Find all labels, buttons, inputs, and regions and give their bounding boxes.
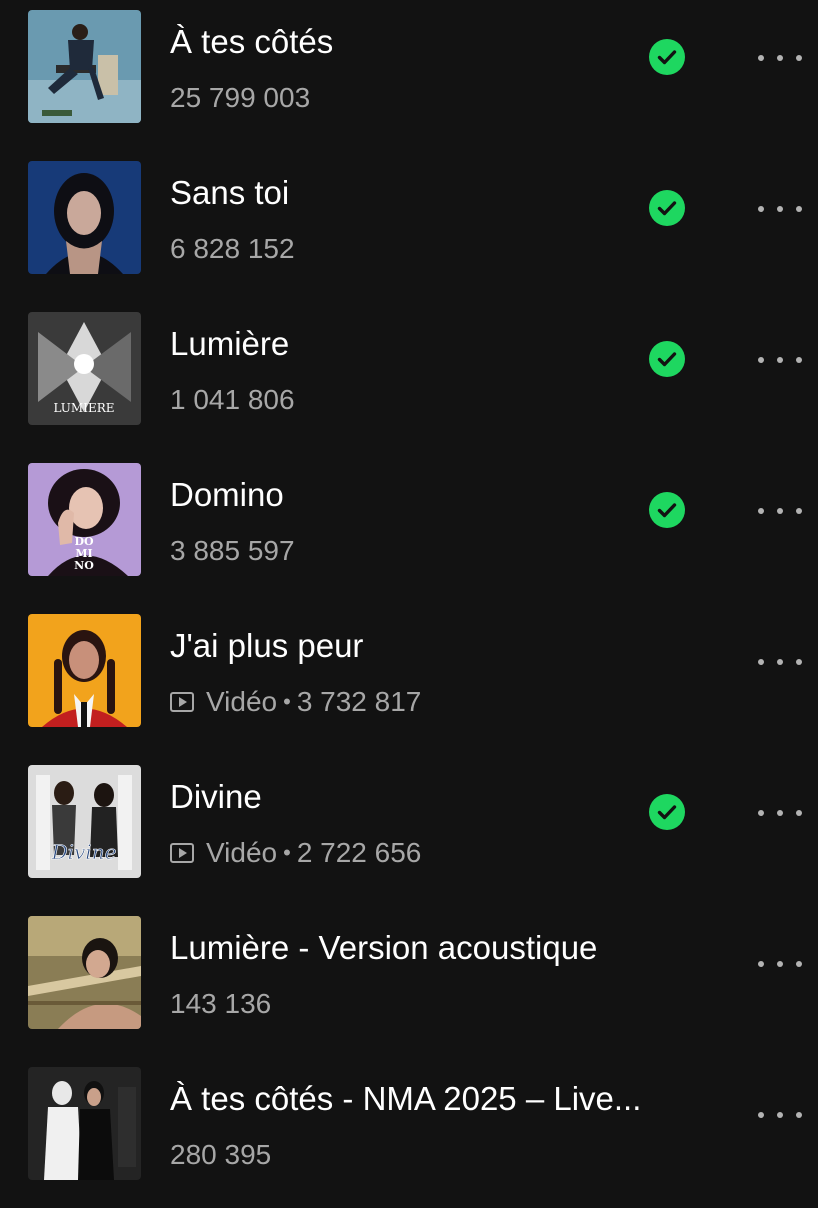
track-row[interactable]: À tes côtés 25 799 003: [0, 0, 818, 151]
more-options-button[interactable]: [752, 348, 808, 372]
divine-cover: Divine: [28, 765, 141, 878]
track-title: À tes côtés: [170, 23, 334, 60]
track-title: Lumière - Version acoustique: [170, 929, 598, 966]
track-title: Lumière: [170, 325, 290, 362]
track-row[interactable]: Sans toi 6 828 152: [0, 151, 818, 302]
svg-text:NO: NO: [74, 559, 94, 572]
album-cover: [28, 10, 141, 123]
play-count: 3 885 597: [170, 535, 295, 566]
track-meta: 1 041 806: [170, 382, 295, 418]
more-dot-icon: [758, 206, 764, 212]
more-options-button[interactable]: [752, 801, 808, 825]
meta-separator: •: [283, 840, 291, 865]
play-count: 280 395: [170, 1139, 272, 1170]
album-cover: [28, 916, 141, 1029]
meta-separator: •: [283, 689, 291, 714]
more-dot-icon: [777, 55, 783, 61]
svg-text:Divine: Divine: [51, 840, 117, 864]
video-icon: [170, 843, 194, 863]
more-dot-icon: [796, 1112, 802, 1118]
album-cover: [28, 614, 141, 727]
more-dot-icon: [777, 659, 783, 665]
track-row[interactable]: Divine Divine Vidéo • 2 722 656: [0, 755, 818, 906]
track-meta: Vidéo • 3 732 817: [170, 684, 421, 720]
more-dot-icon: [796, 357, 802, 363]
track-title: Domino: [170, 476, 284, 513]
downloaded-check-icon: [649, 190, 685, 226]
track-meta: Vidéo • 2 722 656: [170, 835, 421, 871]
track-row[interactable]: J'ai plus peur Vidéo • 3 732 817: [0, 604, 818, 755]
more-dot-icon: [796, 55, 802, 61]
more-dot-icon: [758, 55, 764, 61]
video-label: Vidéo: [206, 686, 278, 717]
more-dot-icon: [758, 810, 764, 816]
downloaded-check-icon: [649, 39, 685, 75]
play-count: 6 828 152: [170, 233, 295, 264]
track-title: À tes côtés - NMA 2025 – Live...: [170, 1080, 642, 1117]
track-title: Divine: [170, 778, 262, 815]
downloaded-check-icon: [649, 341, 685, 377]
more-dot-icon: [777, 206, 783, 212]
more-options-button[interactable]: [752, 46, 808, 70]
more-dot-icon: [777, 961, 783, 967]
track-list: À tes côtés 25 799 003 Sans toi 6 828 152 LU…: [0, 0, 818, 1200]
track-row[interactable]: À tes côtés - NMA 2025 – Live... 280 395: [0, 1057, 818, 1208]
track-meta: 3 885 597: [170, 533, 295, 569]
track-meta: 280 395: [170, 1137, 271, 1173]
duo-live-cover: [28, 1067, 141, 1180]
track-meta: 6 828 152: [170, 231, 295, 267]
more-dot-icon: [796, 508, 802, 514]
downloaded-check-icon: [649, 794, 685, 830]
more-options-button[interactable]: [752, 1103, 808, 1127]
track-meta: 25 799 003: [170, 80, 310, 116]
album-cover: DO MI NO: [28, 463, 141, 576]
more-options-button[interactable]: [752, 650, 808, 674]
more-dot-icon: [758, 508, 764, 514]
braids-portrait-cover: [28, 614, 141, 727]
track-row[interactable]: DO MI NO Domino 3 885 597: [0, 453, 818, 604]
video-label: Vidéo: [206, 837, 278, 868]
more-dot-icon: [796, 810, 802, 816]
play-count: 1 041 806: [170, 384, 295, 415]
album-cover: [28, 161, 141, 274]
more-options-button[interactable]: [752, 952, 808, 976]
man-on-chair-cover: [28, 10, 141, 123]
play-count: 2 722 656: [296, 837, 422, 868]
album-cover: LUMIERE: [28, 312, 141, 425]
album-cover: [28, 1067, 141, 1180]
play-count: 3 732 817: [296, 686, 422, 717]
woman-portrait-blue-cover: [28, 161, 141, 274]
track-row[interactable]: Lumière - Version acoustique 143 136: [0, 906, 818, 1057]
more-dot-icon: [777, 508, 783, 514]
track-row[interactable]: LUMIERE Lumière 1 041 806: [0, 302, 818, 453]
track-title: Sans toi: [170, 174, 290, 211]
downloaded-check-icon: [649, 492, 685, 528]
track-title: J'ai plus peur: [170, 627, 364, 664]
more-dot-icon: [758, 357, 764, 363]
more-dot-icon: [758, 659, 764, 665]
video-icon: [170, 692, 194, 712]
acoustic-portrait-cover: [28, 916, 141, 1029]
more-options-button[interactable]: [752, 197, 808, 221]
lumiere-mono-cover: LUMIERE: [28, 312, 141, 425]
album-cover: Divine: [28, 765, 141, 878]
more-dot-icon: [777, 1112, 783, 1118]
track-meta: 143 136: [170, 986, 271, 1022]
more-options-button[interactable]: [752, 499, 808, 523]
more-dot-icon: [796, 961, 802, 967]
more-dot-icon: [796, 206, 802, 212]
more-dot-icon: [758, 1112, 764, 1118]
svg-text:LUMIERE: LUMIERE: [53, 401, 114, 415]
more-dot-icon: [796, 659, 802, 665]
more-dot-icon: [777, 357, 783, 363]
play-count: 143 136: [170, 988, 272, 1019]
more-dot-icon: [777, 810, 783, 816]
more-dot-icon: [758, 961, 764, 967]
domino-portrait-cover: DOMINO: [28, 463, 141, 576]
play-count: 25 799 003: [170, 82, 311, 113]
